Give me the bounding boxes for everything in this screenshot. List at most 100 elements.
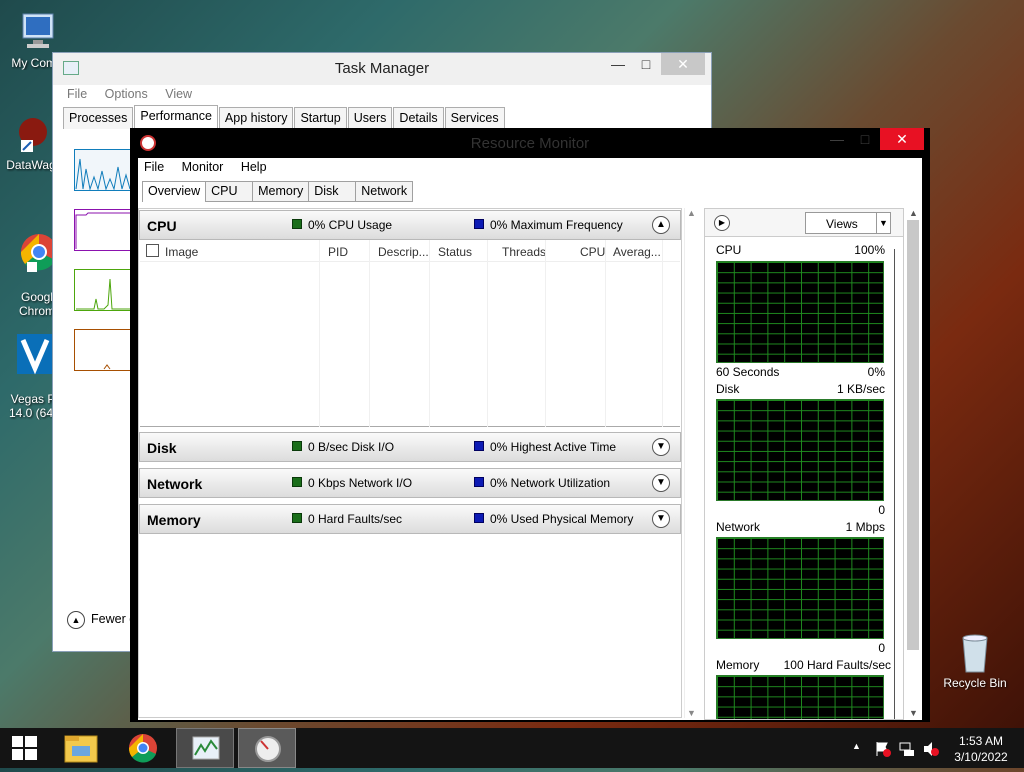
cpu-graph-max: 100%	[854, 243, 885, 257]
action-center-flag-icon[interactable]	[874, 740, 892, 758]
column-pid[interactable]: PID	[328, 245, 348, 259]
desktop-icon-recycle-bin[interactable]: Recycle Bin	[940, 630, 1010, 690]
expand-icon[interactable]: ▼	[652, 510, 670, 528]
tab-processes[interactable]: Processes	[63, 107, 134, 129]
cpu-usage-text: 0% CPU Usage	[308, 218, 393, 232]
column-cpu[interactable]: CPU	[580, 245, 605, 259]
menu-monitor[interactable]: Monitor	[182, 160, 224, 174]
tab-cpu[interactable]: CPU	[205, 181, 254, 202]
title-bar[interactable]: Resource Monitor — □ ✕	[130, 128, 930, 158]
graphs-panel: ▶ Views ▼ CPU 100% 60 Seconds 0% Disk 1 …	[704, 208, 904, 720]
title-bar[interactable]: Task Manager — □ ✕	[53, 53, 711, 85]
cpu-graph-label: CPU	[716, 243, 742, 257]
clock[interactable]: 1:53 AM 3/10/2022	[950, 733, 1012, 765]
chrome-icon	[128, 734, 157, 763]
column-threads[interactable]: Threads	[502, 245, 546, 259]
computer-icon	[22, 13, 54, 48]
cpu-thumbnail[interactable]	[74, 149, 132, 191]
tab-performance[interactable]: Performance	[134, 105, 218, 129]
network-thumbnail[interactable]	[74, 329, 132, 371]
resource-monitor-content: File Monitor Help Overview CPU Memory Di…	[138, 158, 922, 720]
tab-disk[interactable]: Disk	[308, 181, 357, 202]
maximize-button[interactable]: □	[848, 128, 882, 150]
menu-bar: File Options View	[67, 87, 206, 101]
chevron-up-icon: ▲	[67, 611, 85, 629]
collapse-icon[interactable]: ▲	[652, 216, 670, 234]
taskbar-chrome[interactable]	[114, 728, 172, 768]
scroll-up-icon[interactable]: ▲	[909, 208, 918, 218]
scroll-up-icon[interactable]: ▲	[687, 208, 696, 218]
tab-network[interactable]: Network	[355, 181, 414, 202]
memory-graph-label: Memory	[716, 658, 760, 672]
volume-muted-icon[interactable]	[922, 740, 940, 758]
network-graph-label: Network	[716, 520, 761, 534]
close-button[interactable]: ✕	[880, 128, 924, 150]
memory-thumbnail[interactable]	[74, 209, 132, 251]
expand-icon[interactable]: ▼	[652, 438, 670, 456]
graphs-toolbar: ▶ Views ▼	[705, 209, 903, 237]
close-button[interactable]: ✕	[661, 53, 705, 75]
column-image[interactable]: Image	[165, 245, 198, 259]
green-indicator-icon	[292, 441, 302, 451]
recycle-bin-icon	[962, 634, 988, 673]
menu-help[interactable]: Help	[241, 160, 267, 174]
folder-icon	[64, 735, 98, 763]
taskbar-file-explorer[interactable]	[52, 728, 110, 768]
disk-io-text: 0 B/sec Disk I/O	[308, 440, 395, 454]
scroll-down-icon[interactable]: ▼	[909, 708, 918, 718]
column-description[interactable]: Descrip...	[378, 245, 429, 259]
cpu-graph	[716, 261, 884, 363]
cpu-section-header[interactable]: CPU 0% CPU Usage 0% Maximum Frequency ▲	[139, 210, 681, 240]
menu-view[interactable]: View	[165, 87, 192, 101]
section-title: CPU	[147, 218, 177, 234]
disk-graph	[716, 399, 884, 501]
collapse-panel-icon[interactable]: ▶	[714, 215, 730, 231]
disk-graph-min: 0	[878, 503, 885, 517]
green-indicator-icon	[292, 513, 302, 523]
disk-graph-max: 1 KB/sec	[836, 382, 885, 396]
menu-file[interactable]: File	[67, 87, 87, 101]
maximize-button[interactable]: □	[629, 53, 663, 75]
network-graph	[716, 537, 884, 639]
column-divider	[662, 240, 663, 427]
graph-scale-bracket	[889, 249, 895, 719]
column-average[interactable]: Averag...	[613, 245, 661, 259]
disk-section-header[interactable]: Disk 0 B/sec Disk I/O 0% Highest Active …	[139, 432, 681, 462]
select-all-checkbox[interactable]	[146, 244, 159, 257]
tab-users[interactable]: Users	[347, 107, 393, 129]
tab-services[interactable]: Services	[444, 107, 505, 129]
views-dropdown[interactable]: Views ▼	[805, 212, 891, 234]
disk-thumbnail[interactable]	[74, 269, 132, 311]
column-divider	[545, 240, 546, 427]
tab-memory[interactable]: Memory	[252, 181, 310, 202]
tab-app-history[interactable]: App history	[218, 107, 294, 129]
menu-options[interactable]: Options	[105, 87, 148, 101]
windows-logo-icon	[12, 736, 37, 760]
menu-bar: File Monitor Help	[144, 160, 281, 174]
column-status[interactable]: Status	[438, 245, 472, 259]
start-button[interactable]	[0, 728, 50, 768]
memory-section-header[interactable]: Memory 0 Hard Faults/sec 0% Used Physica…	[139, 504, 681, 534]
scroll-thumb[interactable]	[907, 220, 919, 650]
tab-details[interactable]: Details	[393, 107, 444, 129]
resource-monitor-window[interactable]: Resource Monitor — □ ✕ File Monitor Help…	[130, 128, 930, 722]
tab-strip: Processes Performance App history Startu…	[63, 105, 506, 129]
left-scrollbar[interactable]: ▲ ▼	[684, 208, 696, 718]
tab-startup[interactable]: Startup	[294, 107, 347, 129]
menu-file[interactable]: File	[144, 160, 164, 174]
memory-graph-max: 100 Hard Faults/sec	[783, 658, 891, 672]
memory-graph	[716, 675, 884, 719]
column-divider	[429, 240, 430, 427]
tab-overview[interactable]: Overview	[142, 181, 207, 202]
right-scrollbar[interactable]: ▲ ▼	[906, 208, 920, 718]
taskbar-resource-monitor[interactable]	[238, 728, 296, 768]
show-hidden-icons-icon[interactable]: ▲	[852, 741, 861, 751]
expand-icon[interactable]: ▼	[652, 474, 670, 492]
section-title: Network	[147, 476, 203, 492]
fewer-details-button[interactable]: ▲ Fewer d	[67, 611, 136, 629]
vegas-icon	[17, 334, 53, 375]
scroll-down-icon[interactable]: ▼	[687, 708, 696, 718]
network-section-header[interactable]: Network 0 Kbps Network I/O 0% Network Ut…	[139, 468, 681, 498]
taskbar-task-manager[interactable]	[176, 728, 234, 768]
network-icon[interactable]	[898, 740, 916, 758]
